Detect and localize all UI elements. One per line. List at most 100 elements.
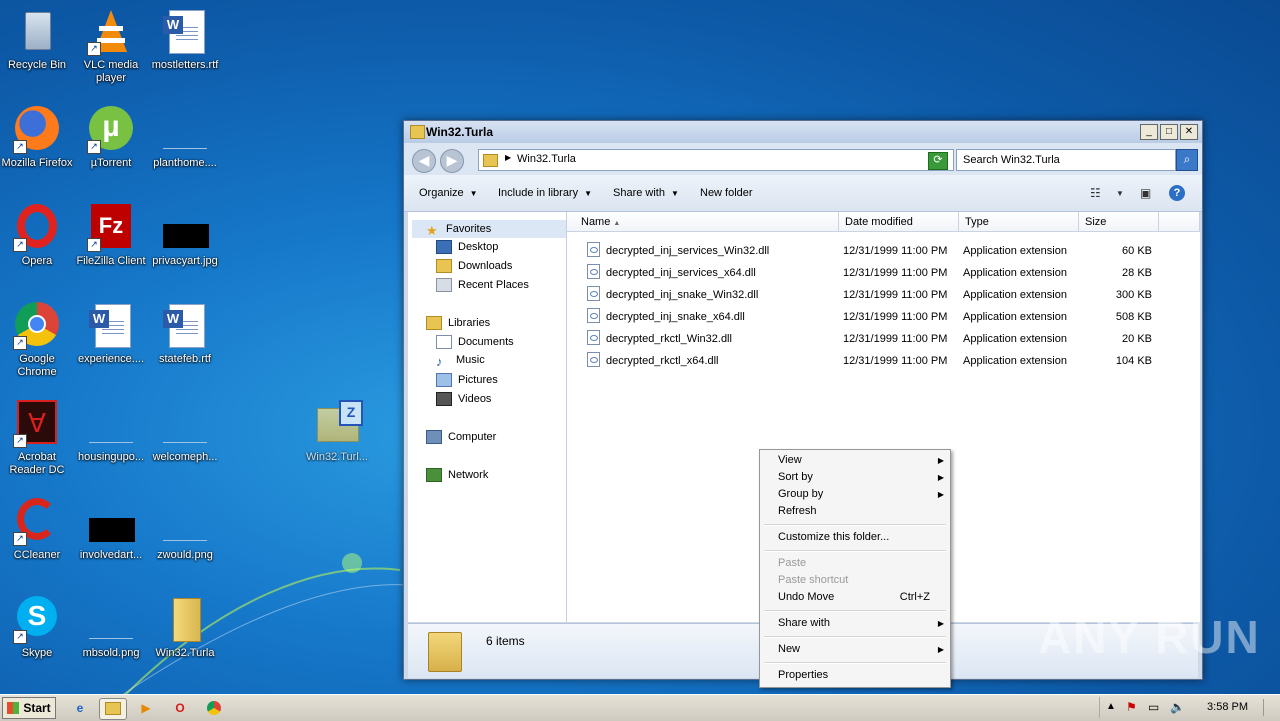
nav-network[interactable]: Network — [426, 468, 488, 482]
nav-desktop[interactable]: Desktop — [436, 240, 498, 254]
menu-share-with[interactable]: Share with — [778, 617, 830, 629]
nav-libraries[interactable]: Libraries — [426, 316, 490, 330]
back-button[interactable]: ◀ — [412, 149, 436, 173]
file-row[interactable]: decrypted_inj_snake_Win32.dll 12/31/1999 … — [567, 284, 1167, 306]
desktop-icon-privacyart[interactable]: privacyart.jpg — [148, 204, 222, 268]
menu-view[interactable]: View — [778, 454, 802, 466]
column-header-date[interactable]: Date modified — [839, 212, 959, 232]
show-hidden-icons-icon[interactable]: ▲ — [1106, 701, 1116, 712]
file-row[interactable]: decrypted_inj_services_Win32.dll 12/31/19… — [567, 240, 1167, 262]
preview-pane-icon[interactable]: ▣ — [1140, 186, 1151, 200]
libraries-icon — [426, 316, 442, 330]
media-player-icon[interactable]: ▶ — [136, 698, 156, 718]
file-name: decrypted_inj_services_Win32.dll — [606, 245, 770, 257]
menu-new[interactable]: New — [778, 643, 800, 655]
desktop-icon-vlc[interactable]: ↗ VLC media player — [74, 8, 148, 85]
submenu-arrow-icon: ▶ — [937, 456, 944, 465]
menu-customize-folder[interactable]: Customize this folder... — [778, 531, 889, 543]
address-bar[interactable]: ▶ Win32.Turla ▼ — [478, 149, 954, 171]
include-in-library-button[interactable]: Include in library ▼ — [498, 187, 592, 199]
file-row[interactable]: decrypted_rkctl_x64.dll 12/31/1999 11:00 … — [567, 350, 1167, 372]
desktop-icon-mbsold[interactable]: mbsold.png — [74, 596, 148, 660]
file-row[interactable]: decrypted_inj_snake_x64.dll 12/31/1999 11… — [567, 306, 1167, 328]
desktop-icon-win32-turla-zip[interactable]: Z Win32.Turl... — [300, 400, 374, 464]
menu-sort-by[interactable]: Sort by — [778, 471, 813, 483]
new-folder-button[interactable]: New folder — [700, 187, 753, 199]
image-thumbnail-icon — [163, 520, 207, 541]
view-options-chevron-icon[interactable]: ▼ — [1116, 189, 1124, 198]
chrome-taskbar-icon[interactable] — [204, 698, 224, 718]
desktop-icon-planthome[interactable]: planthome.... — [148, 106, 222, 170]
desktop-icon-involvedart[interactable]: involvedart... — [74, 498, 148, 562]
nav-computer[interactable]: Computer — [426, 430, 496, 444]
menu-undo-move[interactable]: Undo Move — [778, 591, 834, 603]
desktop-icon-experience[interactable]: W experience.... — [74, 302, 148, 366]
start-button[interactable]: Start — [2, 697, 56, 719]
nav-downloads[interactable]: Downloads — [436, 259, 512, 273]
nav-music[interactable]: ♪ Music — [436, 354, 485, 369]
maximize-button[interactable]: □ — [1160, 124, 1178, 140]
menu-separator — [764, 662, 946, 664]
nav-recent-places[interactable]: Recent Places — [436, 278, 529, 292]
search-input[interactable]: Search Win32.Turla — [956, 149, 1176, 171]
file-name: decrypted_inj_snake_Win32.dll — [606, 289, 759, 301]
nav-documents[interactable]: Documents — [436, 335, 514, 349]
search-icon[interactable]: ⌕ — [1176, 149, 1198, 171]
desktop-icon-chrome[interactable]: ↗ Google Chrome — [0, 302, 74, 379]
close-button[interactable]: ✕ — [1180, 124, 1198, 140]
desktop-icon-ccleaner[interactable]: ↗ CCleaner — [0, 498, 74, 562]
column-header-name[interactable]: Name ▲ — [567, 212, 839, 232]
clock[interactable]: 3:58 PM — [1207, 701, 1248, 713]
show-desktop-button[interactable] — [1263, 699, 1278, 716]
desktop-icon-recycle-bin[interactable]: Recycle Bin — [0, 8, 74, 72]
forward-button[interactable]: ▶ — [440, 149, 464, 173]
network-tray-icon[interactable]: ▭ — [1148, 700, 1159, 714]
image-thumbnail-icon — [89, 618, 133, 639]
desktop-icon-firefox[interactable]: ↗ Mozilla Firefox — [0, 106, 74, 170]
desktop-icon-mostletters[interactable]: W mostletters.rtf — [148, 8, 222, 72]
internet-explorer-icon[interactable]: e — [70, 698, 90, 718]
navigation-pane: ★ Favorites Desktop Downloads Recent Plac… — [408, 212, 567, 622]
menu-separator — [764, 550, 946, 552]
address-path: Win32.Turla — [517, 153, 576, 165]
window-titlebar[interactable]: Win32.Turla _ □ ✕ — [404, 121, 1202, 143]
menu-refresh[interactable]: Refresh — [778, 505, 817, 517]
action-center-icon[interactable]: ⚑ — [1126, 700, 1137, 714]
nav-favorites[interactable]: ★ Favorites — [412, 220, 566, 238]
desktop-icon-zwould[interactable]: zwould.png — [148, 498, 222, 562]
desktop-icon-win32-turla-folder[interactable]: Win32.Turla — [148, 596, 222, 660]
opera-taskbar-icon[interactable]: O — [170, 698, 190, 718]
share-with-button[interactable]: Share with ▼ — [613, 187, 679, 199]
file-date: 12/31/1999 11:00 PM — [843, 311, 948, 323]
file-date: 12/31/1999 11:00 PM — [843, 289, 948, 301]
desktop-icon-opera[interactable]: ↗ Opera — [0, 204, 74, 268]
desktop-icon-statefeb[interactable]: W statefeb.rtf — [148, 302, 222, 366]
help-icon[interactable]: ? — [1169, 185, 1185, 201]
file-row[interactable]: decrypted_rkctl_Win32.dll 12/31/1999 11:0… — [567, 328, 1167, 350]
explorer-taskbar-icon[interactable] — [99, 698, 127, 720]
desktop-icon-welcomeph[interactable]: welcomeph... — [148, 400, 222, 464]
desktop-icon-acrobat[interactable]: Ɐ ↗ Acrobat Reader DC — [0, 400, 74, 477]
minimize-button[interactable]: _ — [1140, 124, 1158, 140]
file-name: decrypted_inj_snake_x64.dll — [606, 311, 745, 323]
menu-group-by[interactable]: Group by — [778, 488, 823, 500]
nav-pictures[interactable]: Pictures — [436, 373, 498, 387]
refresh-icon[interactable]: ⟳ — [928, 152, 948, 170]
volume-icon[interactable]: 🔈 — [1170, 700, 1185, 714]
submenu-arrow-icon: ▶ — [937, 619, 944, 628]
nav-videos[interactable]: Videos — [436, 392, 491, 406]
star-icon: ★ — [426, 223, 438, 238]
menu-paste-shortcut: Paste shortcut — [778, 574, 849, 586]
column-header-type[interactable]: Type — [959, 212, 1079, 232]
column-header-size[interactable]: Size — [1079, 212, 1159, 232]
submenu-arrow-icon: ▶ — [937, 490, 944, 499]
desktop-icon-housingupo[interactable]: housingupo... — [74, 400, 148, 464]
desktop-icon-utorrent[interactable]: µ ↗ µTorrent — [74, 106, 148, 170]
change-view-icon[interactable]: ☷ — [1090, 186, 1101, 200]
menu-properties[interactable]: Properties — [778, 669, 828, 681]
desktop-icon-filezilla[interactable]: Fz ↗ FileZilla Client — [74, 204, 148, 268]
desktop-icon-skype[interactable]: S ↗ Skype — [0, 596, 74, 660]
file-row[interactable]: decrypted_inj_services_x64.dll 12/31/1999… — [567, 262, 1167, 284]
recent-places-icon — [436, 278, 452, 292]
organize-button[interactable]: Organize ▼ — [419, 187, 478, 199]
